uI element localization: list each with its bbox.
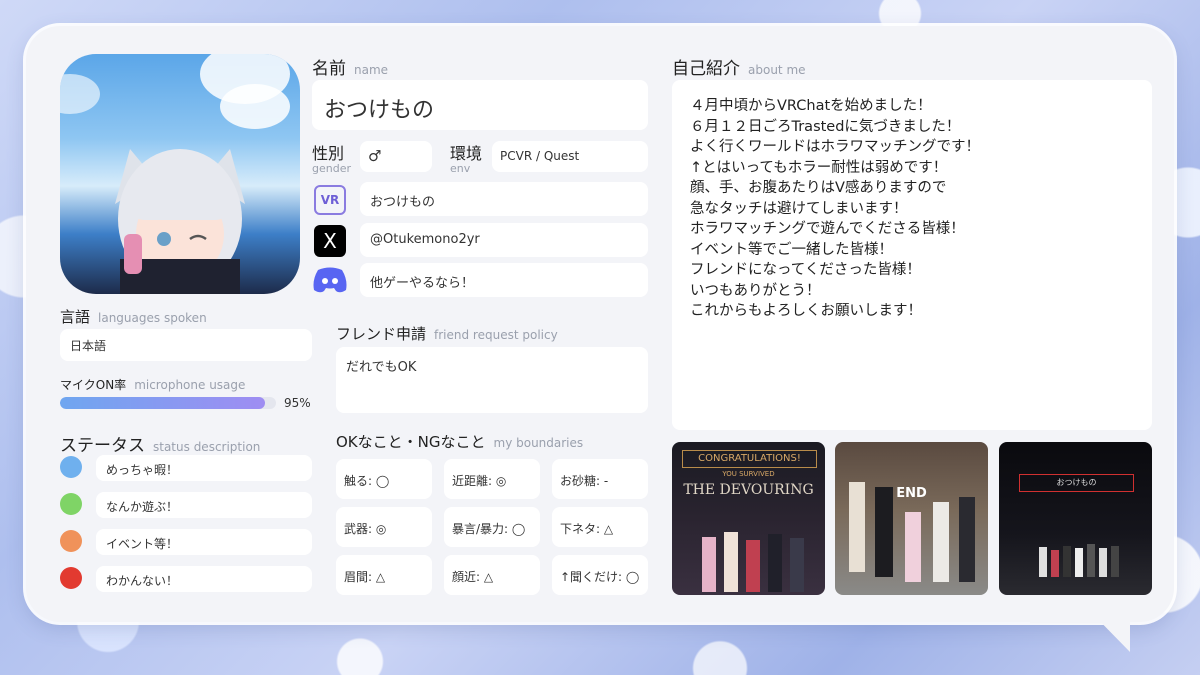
status-color-dot <box>60 456 82 478</box>
name-value: おつけもの <box>324 98 435 123</box>
vrchat-icon: VR <box>314 185 346 215</box>
mic-progress-bar <box>60 397 276 409</box>
friend-request-heading: フレンド申請 friend request policy <box>336 325 558 343</box>
mic-heading: マイクON率 microphone usage <box>60 378 246 392</box>
status-item: わかんない！ <box>96 566 312 592</box>
env-label: 環境 env <box>450 144 483 175</box>
name-heading: 名前 name <box>312 59 389 79</box>
status-item: なんか遊ぶ！ <box>96 492 312 518</box>
discord-field: 他ゲーやるなら！ <box>360 263 648 297</box>
boundary-item: お砂糖: - <box>552 459 648 499</box>
status-color-dot <box>60 567 82 589</box>
languages-field: 日本語 <box>60 329 312 361</box>
vrchat-name-field: おつけもの <box>360 182 648 216</box>
status-color-dot <box>60 530 82 552</box>
friend-request-field: だれでもOK <box>336 347 648 413</box>
boundary-item: 触る: ◯ <box>336 459 432 499</box>
photo-group: おつけもの <box>999 442 1152 595</box>
status-item: めっちゃ暇！ <box>96 455 312 481</box>
mic-percent: 95% <box>284 396 311 410</box>
speech-bubble-tail <box>1030 600 1130 652</box>
status-heading: ステータス status description <box>60 436 261 456</box>
discord-icon <box>312 266 348 298</box>
boundary-item: 近距離: ◎ <box>444 459 540 499</box>
gender-label: 性別 gender <box>312 144 351 175</box>
gender-field: ♂ <box>360 141 432 172</box>
boundary-item: ↑聞くだけ: ◯ <box>552 555 648 595</box>
photo-devouring: CONGRATULATIONS! YOU SURVIVED THE DEVOUR… <box>672 442 825 595</box>
boundaries-heading: OKなこと・NGなこと my boundaries <box>336 433 584 451</box>
env-field: PCVR / Quest <box>492 141 648 172</box>
x-handle-field: @Otukemono2yr <box>360 223 648 257</box>
about-text: ４月中頃からVRChatを始めました！ ６月１２日ごろTrastedに気づきまし… <box>690 98 980 319</box>
status-item: イベント等！ <box>96 529 312 555</box>
mic-progress-fill <box>60 397 266 409</box>
status-color-dot <box>60 493 82 515</box>
boundary-item: 下ネタ: △ <box>552 507 648 547</box>
boundary-item: 暴言/暴力: ◯ <box>444 507 540 547</box>
avatar-image <box>60 54 300 294</box>
name-field: おつけもの <box>312 80 648 130</box>
about-heading: 自己紹介 about me <box>672 59 806 79</box>
boundary-item: 眉間: △ <box>336 555 432 595</box>
x-icon: X <box>314 225 346 257</box>
photo-end: END <box>835 442 988 595</box>
boundary-item: 武器: ◎ <box>336 507 432 547</box>
languages-heading: 言語 languages spoken <box>60 308 207 326</box>
boundary-item: 顔近: △ <box>444 555 540 595</box>
